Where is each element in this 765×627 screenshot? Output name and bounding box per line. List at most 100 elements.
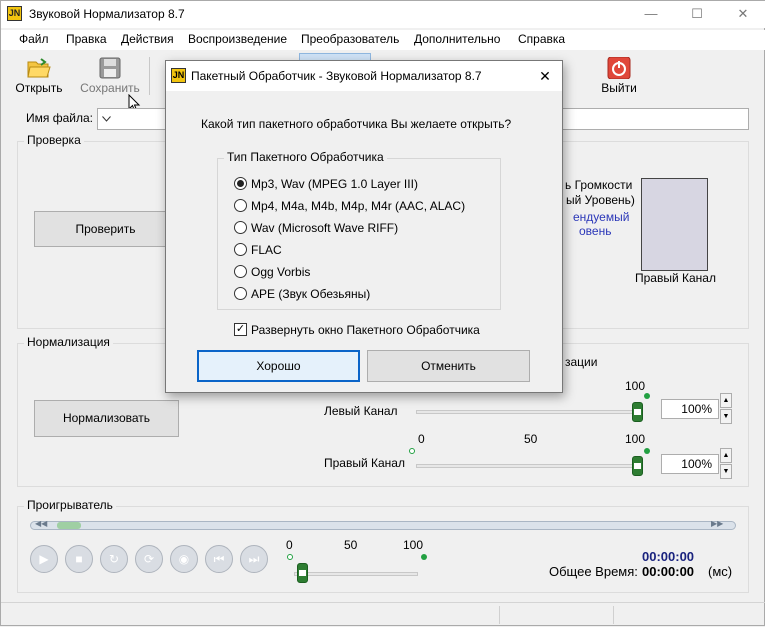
check-button[interactable]: Проверить [34,211,177,247]
fast-forward-icon: ▶▶ [711,519,724,528]
batch-processor-dialog: JN Пакетный Обработчик - Звуковой Нормал… [165,60,563,393]
filename-field-visible-part[interactable] [563,108,749,130]
radio-wav-riff[interactable] [234,221,247,234]
right-spin-up[interactable]: ▲ [720,448,732,463]
radio-mp3-wav[interactable] [234,177,247,190]
radio-label-ape: APE (Звук Обезьяны) [251,287,371,301]
expand-window-checkbox[interactable]: ✓ [234,323,247,336]
exit-label: Выйти [601,81,637,95]
right-scale-100: 100 [625,432,646,446]
right-channel-meter [641,178,708,271]
status-divider-1 [499,606,500,624]
open-button[interactable]: Открыть [11,53,67,97]
next-button[interactable]: ⏭ [240,545,268,573]
folder-icon [27,58,51,78]
filename-label: Имя файла: [26,111,93,125]
filename-combo[interactable] [97,108,167,130]
normalize-button[interactable]: Нормализовать [34,400,179,437]
right-channel-track [416,464,642,468]
previous-button[interactable]: ⏮ [205,545,233,573]
stop-button[interactable]: ■ [65,545,93,573]
radio-label-flac: FLAC [251,243,282,257]
right-scale-min-dot [409,448,415,454]
player-scale-50: 50 [344,538,358,552]
radio-label-ogg-vorbis: Ogg Vorbis [251,265,311,279]
left-channel-value[interactable]: 100% [661,399,719,419]
rewind-icon: ◀◀ [35,519,48,528]
left-scale-max: 100 [625,379,646,393]
menu-converter[interactable]: Преобразователь [301,32,399,46]
normalize-header-fragment: зации [565,355,598,369]
ok-button[interactable]: Хорошо [197,350,360,382]
repeat-button[interactable]: ↻ [100,545,128,573]
volume-button[interactable]: ◉ [170,545,198,573]
radio-label-mp4: Mp4, M4a, M4b, M4p, M4r (AAC, ALAC) [251,199,466,213]
maximize-button[interactable]: ☐ [674,1,720,28]
right-channel-slider[interactable] [632,456,643,476]
right-channel-meter-label: Правый Канал [635,271,716,285]
player-volume-slider[interactable] [297,563,308,583]
menu-bar: Файл Правка Действия Воспроизведение Пре… [1,30,765,50]
menu-file[interactable]: Файл [19,32,49,46]
player-scale-100: 100 [403,538,424,552]
status-bar [1,602,765,627]
check-group-label: Проверка [24,133,84,147]
dialog-title: Пакетный Обработчик - Звуковой Нормализа… [191,69,482,83]
menu-playback[interactable]: Воспроизведение [188,32,287,46]
radio-mp4[interactable] [234,199,247,212]
radio-flac[interactable] [234,243,247,256]
expand-window-label: Развернуть окно Пакетного Обработчика [251,323,480,337]
recommended-sublabel-fragment: овень [579,224,612,238]
normalize-group-label: Нормализация [24,335,113,349]
app-icon: JN [7,6,22,21]
total-time-label: Общее Время: [549,564,638,579]
right-scale-0: 0 [418,432,425,446]
right-scale-50: 50 [524,432,538,446]
radio-ogg-vorbis[interactable] [234,265,247,278]
player-scale-min-dot [287,554,293,560]
player-volume-track [294,572,418,576]
player-scale-0: 0 [286,538,293,552]
right-spin-down[interactable]: ▼ [720,464,732,479]
seek-progress [57,522,81,529]
menu-help[interactable]: Справка [518,32,565,46]
radio-label-mp3-wav: Mp3, Wav (MPEG 1.0 Layer III) [251,177,418,191]
player-group: Проигрыватель ◀◀ ▶▶ ▶ ■ ↻ ⟳ ◉ ⏮ ⏭ 0 50 1… [17,498,749,593]
time-unit: (мс) [708,564,733,579]
menu-advanced[interactable]: Дополнительно [414,32,500,46]
seek-bar[interactable]: ◀◀ ▶▶ [30,519,736,530]
radio-ape[interactable] [234,287,247,300]
left-channel-label: Левый Канал [324,404,398,418]
close-button[interactable]: ✕ [720,1,765,28]
left-spin-down[interactable]: ▼ [720,409,732,424]
power-icon [607,57,631,79]
recommended-label-fragment: ендуемый [573,210,630,224]
total-time: 00:00:00 [642,564,695,579]
menu-edit[interactable]: Правка [66,32,107,46]
open-label: Открыть [15,81,63,95]
radio-label-wav-riff: Wav (Microsoft Wave RIFF) [251,221,399,235]
play-button[interactable]: ▶ [30,545,58,573]
dialog-app-icon: JN [171,68,186,83]
dialog-close-button[interactable]: ✕ [534,65,556,87]
current-time: 00:00:00 [642,549,695,564]
exit-button[interactable]: Выйти [591,53,647,97]
processor-type-group-label: Тип Пакетного Обработчика [224,150,387,164]
refresh-button[interactable]: ⟳ [135,545,163,573]
left-spin-up[interactable]: ▲ [720,393,732,408]
right-scale-max-dot [644,448,650,454]
dialog-question: Какой тип пакетного обработчика Вы желае… [201,117,512,131]
title-bar: JN Звуковой Нормализатор 8.7 — ☐ ✕ [1,1,765,28]
left-scale-max-dot [644,393,650,399]
processor-type-group: Тип Пакетного Обработчика Mp3, Wav (MPEG… [217,150,501,310]
cancel-button[interactable]: Отменить [367,350,530,382]
minimize-button[interactable]: — [628,1,674,28]
window-title: Звуковой Нормализатор 8.7 [29,7,185,21]
player-scale-max-dot [421,554,427,560]
save-button[interactable]: Сохранить [79,53,141,97]
player-group-label: Проигрыватель [24,498,116,512]
left-channel-slider[interactable] [632,402,643,422]
menu-actions[interactable]: Действия [121,32,174,46]
right-channel-value[interactable]: 100% [661,454,719,474]
volume-label-fragment: ь Громкости [565,178,633,192]
